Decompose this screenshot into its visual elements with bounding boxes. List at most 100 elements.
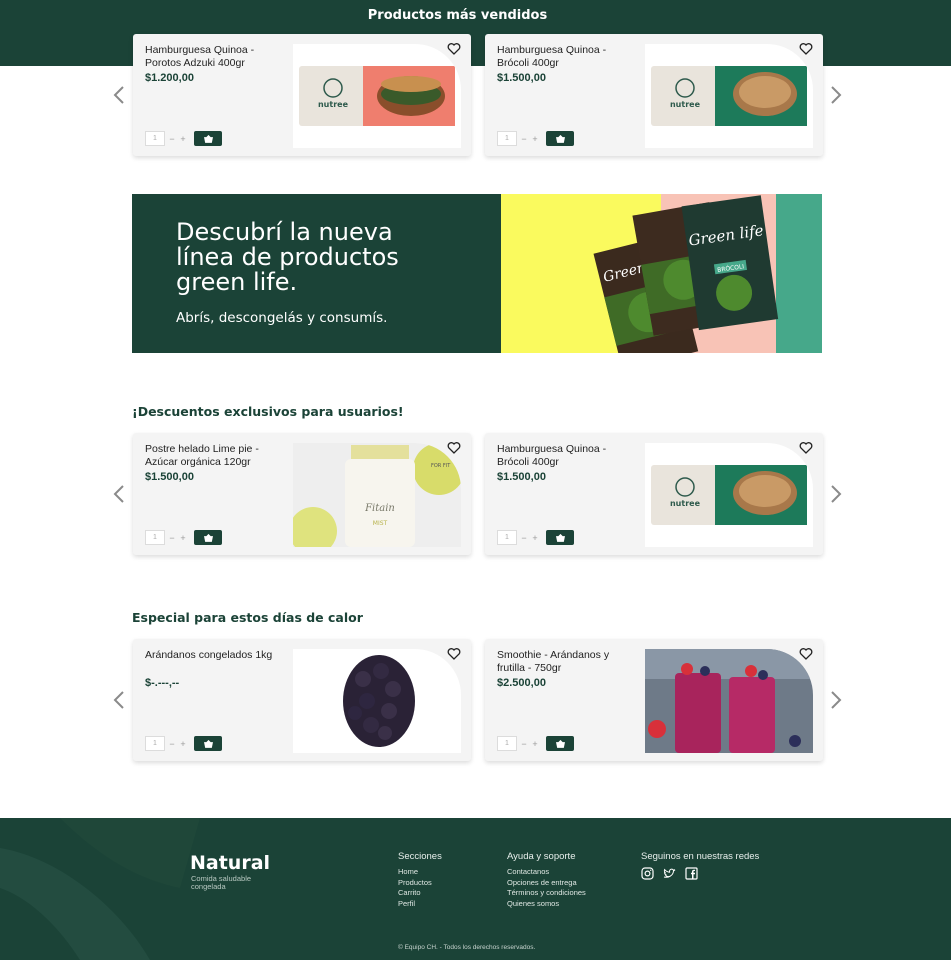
product-image: nutree — [645, 44, 813, 148]
footer-link-contact[interactable]: Contactanos — [507, 867, 586, 878]
add-to-cart-button[interactable] — [546, 736, 574, 751]
footer-column-help: Ayuda y soporte Contactanos Opciones de … — [507, 852, 586, 909]
quantity-stepper[interactable]: 1 − + — [145, 131, 222, 146]
footer-link-about[interactable]: Quienes somos — [507, 899, 586, 910]
twitter-icon[interactable] — [663, 867, 676, 880]
quantity-stepper[interactable]: 1 − + — [497, 530, 574, 545]
chevron-left-icon — [113, 86, 124, 104]
minus-button[interactable]: − — [520, 533, 528, 543]
promo-banner[interactable]: Descubrí la nueva línea de productos gre… — [132, 194, 822, 353]
chevron-right-icon — [831, 86, 842, 104]
heart-icon[interactable] — [799, 42, 813, 56]
instagram-icon[interactable] — [641, 867, 654, 880]
chevron-left-icon — [113, 691, 124, 709]
add-to-cart-button[interactable] — [194, 736, 222, 751]
minus-button[interactable]: − — [520, 739, 528, 749]
carousel-next-arrow-3[interactable] — [829, 690, 843, 710]
quantity-field[interactable]: 1 — [145, 131, 165, 146]
product-card[interactable]: Smoothie - Arándanos y frutilla - 750gr … — [485, 639, 823, 761]
product-card[interactable]: Arándanos congelados 1kg $-.---,-- 1 − + — [133, 639, 471, 761]
chevron-right-icon — [831, 691, 842, 709]
plus-button[interactable]: + — [531, 739, 539, 749]
footer-link-terms[interactable]: Términos y condiciones — [507, 888, 586, 899]
footer-heading: Seguinos en nuestras redes — [641, 851, 760, 862]
quantity-stepper[interactable]: 1 − + — [497, 131, 574, 146]
carousel-prev-arrow-1[interactable] — [112, 85, 126, 105]
add-to-cart-button[interactable] — [194, 530, 222, 545]
minus-button[interactable]: − — [168, 134, 176, 144]
basket-icon — [555, 533, 565, 542]
product-name: Smoothie - Arándanos y frutilla - 750gr — [497, 649, 610, 674]
carousel-next-arrow-1[interactable] — [829, 85, 843, 105]
plus-button[interactable]: + — [179, 533, 187, 543]
add-to-cart-button[interactable] — [194, 131, 222, 146]
plus-button[interactable]: + — [179, 739, 187, 749]
footer-link-delivery[interactable]: Opciones de entrega — [507, 878, 586, 889]
footer-tagline: Comida saludable congelada — [191, 874, 252, 891]
svg-text:nutree: nutree — [318, 100, 349, 109]
product-price: $1.200,00 — [145, 72, 194, 84]
quantity-field[interactable]: 1 — [145, 736, 165, 751]
footer-link-home[interactable]: Home — [398, 867, 442, 878]
footer-brand: Natural — [190, 852, 271, 874]
product-price: $1.500,00 — [497, 471, 546, 483]
product-card[interactable]: Hamburguesa Quinoa - Brócoli 400gr $1.50… — [485, 433, 823, 555]
footer-link-products[interactable]: Productos — [398, 878, 442, 889]
carousel-next-arrow-2[interactable] — [829, 484, 843, 504]
minus-button[interactable]: − — [520, 134, 528, 144]
banner-subtitle: Abrís, descongelás y consumís. — [176, 310, 388, 326]
plus-button[interactable]: + — [531, 533, 539, 543]
svg-text:Fitain: Fitain — [364, 503, 395, 514]
minus-button[interactable]: − — [168, 739, 176, 749]
product-packs-image: Green life Green life BRÓCOLI — [593, 195, 779, 353]
product-price: $1.500,00 — [145, 471, 194, 483]
footer-heading: Secciones — [398, 851, 442, 862]
add-to-cart-button[interactable] — [546, 530, 574, 545]
leaf-decoration — [0, 818, 200, 960]
product-price: $1.500,00 — [497, 72, 546, 84]
svg-text:nutree: nutree — [670, 499, 701, 508]
heart-icon[interactable] — [447, 42, 461, 56]
heart-icon[interactable] — [799, 441, 813, 455]
plus-button[interactable]: + — [179, 134, 187, 144]
banner-headline: Descubrí la nueva línea de productos gre… — [176, 218, 399, 296]
product-card[interactable]: Hamburguesa Quinoa - Porotos Adzuki 400g… — [133, 34, 471, 156]
heart-icon[interactable] — [447, 647, 461, 661]
quantity-stepper[interactable]: 1 − + — [145, 736, 222, 751]
quantity-stepper[interactable]: 1 − + — [497, 736, 574, 751]
heart-icon[interactable] — [447, 441, 461, 455]
basket-icon — [555, 134, 565, 143]
basket-icon — [203, 533, 213, 542]
add-to-cart-button[interactable] — [546, 131, 574, 146]
footer-heading: Ayuda y soporte — [507, 851, 576, 862]
minus-button[interactable]: − — [168, 533, 176, 543]
product-name: Hamburguesa Quinoa - Brócoli 400gr — [497, 44, 607, 69]
social-links — [641, 867, 761, 880]
quantity-field[interactable]: 1 — [497, 530, 517, 545]
section-title-summer: Especial para estos días de calor — [132, 610, 363, 625]
quantity-field[interactable]: 1 — [497, 736, 517, 751]
plus-button[interactable]: + — [531, 134, 539, 144]
product-image — [645, 649, 813, 753]
carousel-prev-arrow-2[interactable] — [112, 484, 126, 504]
svg-text:FOR FIT: FOR FIT — [431, 463, 451, 469]
basket-icon — [555, 739, 565, 748]
copyright: © Equipo CH. - Todos los derechos reserv… — [398, 944, 536, 951]
footer: Natural Comida saludable congelada Secci… — [0, 818, 951, 960]
product-image: nutree — [645, 443, 813, 547]
product-card[interactable]: Hamburguesa Quinoa - Brócoli 400gr $1.50… — [485, 34, 823, 156]
quantity-field[interactable]: 1 — [497, 131, 517, 146]
product-name: Hamburguesa Quinoa - Brócoli 400gr — [497, 443, 607, 468]
heart-icon[interactable] — [799, 647, 813, 661]
footer-link-profile[interactable]: Perfil — [398, 899, 442, 910]
product-card[interactable]: Postre helado Lime pie - Azúcar orgánica… — [133, 433, 471, 555]
footer-column-social: Seguinos en nuestras redes — [641, 852, 761, 880]
quantity-field[interactable]: 1 — [145, 530, 165, 545]
chevron-right-icon — [831, 485, 842, 503]
footer-column-sections: Secciones Home Productos Carrito Perfil — [398, 852, 442, 909]
product-image: nutree — [293, 44, 461, 148]
quantity-stepper[interactable]: 1 − + — [145, 530, 222, 545]
footer-link-cart[interactable]: Carrito — [398, 888, 442, 899]
facebook-icon[interactable] — [685, 867, 698, 880]
carousel-prev-arrow-3[interactable] — [112, 690, 126, 710]
